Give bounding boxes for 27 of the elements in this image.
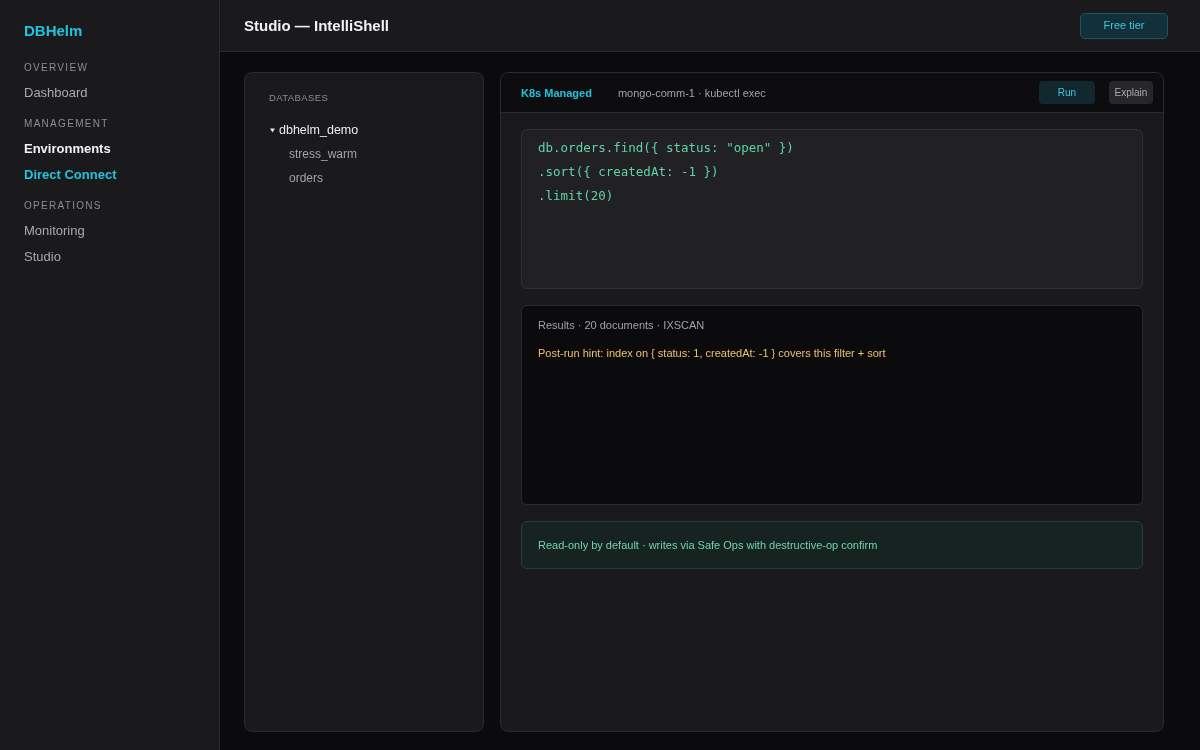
code-line: .sort({ createdAt: -1 }) — [538, 163, 719, 181]
nav-section-heading: MANAGEMENT — [24, 117, 109, 131]
target-label: mongo-comm-1 · kubectl exec — [617, 85, 766, 101]
query-editor[interactable]: db.orders.find({ status: "open" }) .sort({ createdAt: -1 }) .limit(20) — [521, 129, 1143, 289]
collection-name[interactable]: stress_warm — [289, 142, 357, 166]
section-heading: DATABASES — [269, 91, 329, 105]
code-line: .limit(20) — [538, 187, 614, 205]
notice-text: Read-only by default · writes via Safe Ops with destructive-op confirm — [538, 537, 878, 553]
caret-icon[interactable] — [270, 127, 275, 133]
database-name[interactable]: dbhelm_demo — [279, 118, 359, 142]
explain-button[interactable]: Explain — [1109, 81, 1153, 104]
code-line: db.orders.find({ status: "open" }) — [538, 139, 794, 157]
nav-link[interactable]: Dashboard — [24, 80, 203, 106]
nav-link[interactable]: Direct Connect — [24, 162, 203, 188]
connection-mode-label: K8s Managed — [521, 85, 592, 101]
nav-section-heading: OVERVIEW — [24, 61, 89, 75]
nav-section-heading: OPERATIONS — [24, 199, 102, 213]
index-hint-text: Post-run hint: index on { status: 1, createdAt: -1 } covers this filter + sort — [538, 346, 886, 361]
results-summary: Results · 20 documents · IXSCAN — [538, 318, 705, 333]
page-title: Studio — IntelliShell — [244, 16, 389, 35]
plan-button[interactable]: Free tier — [1080, 12, 1168, 39]
nav-link[interactable]: Monitoring — [24, 218, 203, 244]
brand-logo-text: DBHelm — [24, 21, 83, 41]
nav-link[interactable]: Environments — [24, 136, 203, 162]
run-button[interactable]: Run — [1039, 81, 1095, 104]
collection-name[interactable]: orders — [289, 166, 323, 190]
nav-link[interactable]: Studio — [24, 244, 203, 270]
